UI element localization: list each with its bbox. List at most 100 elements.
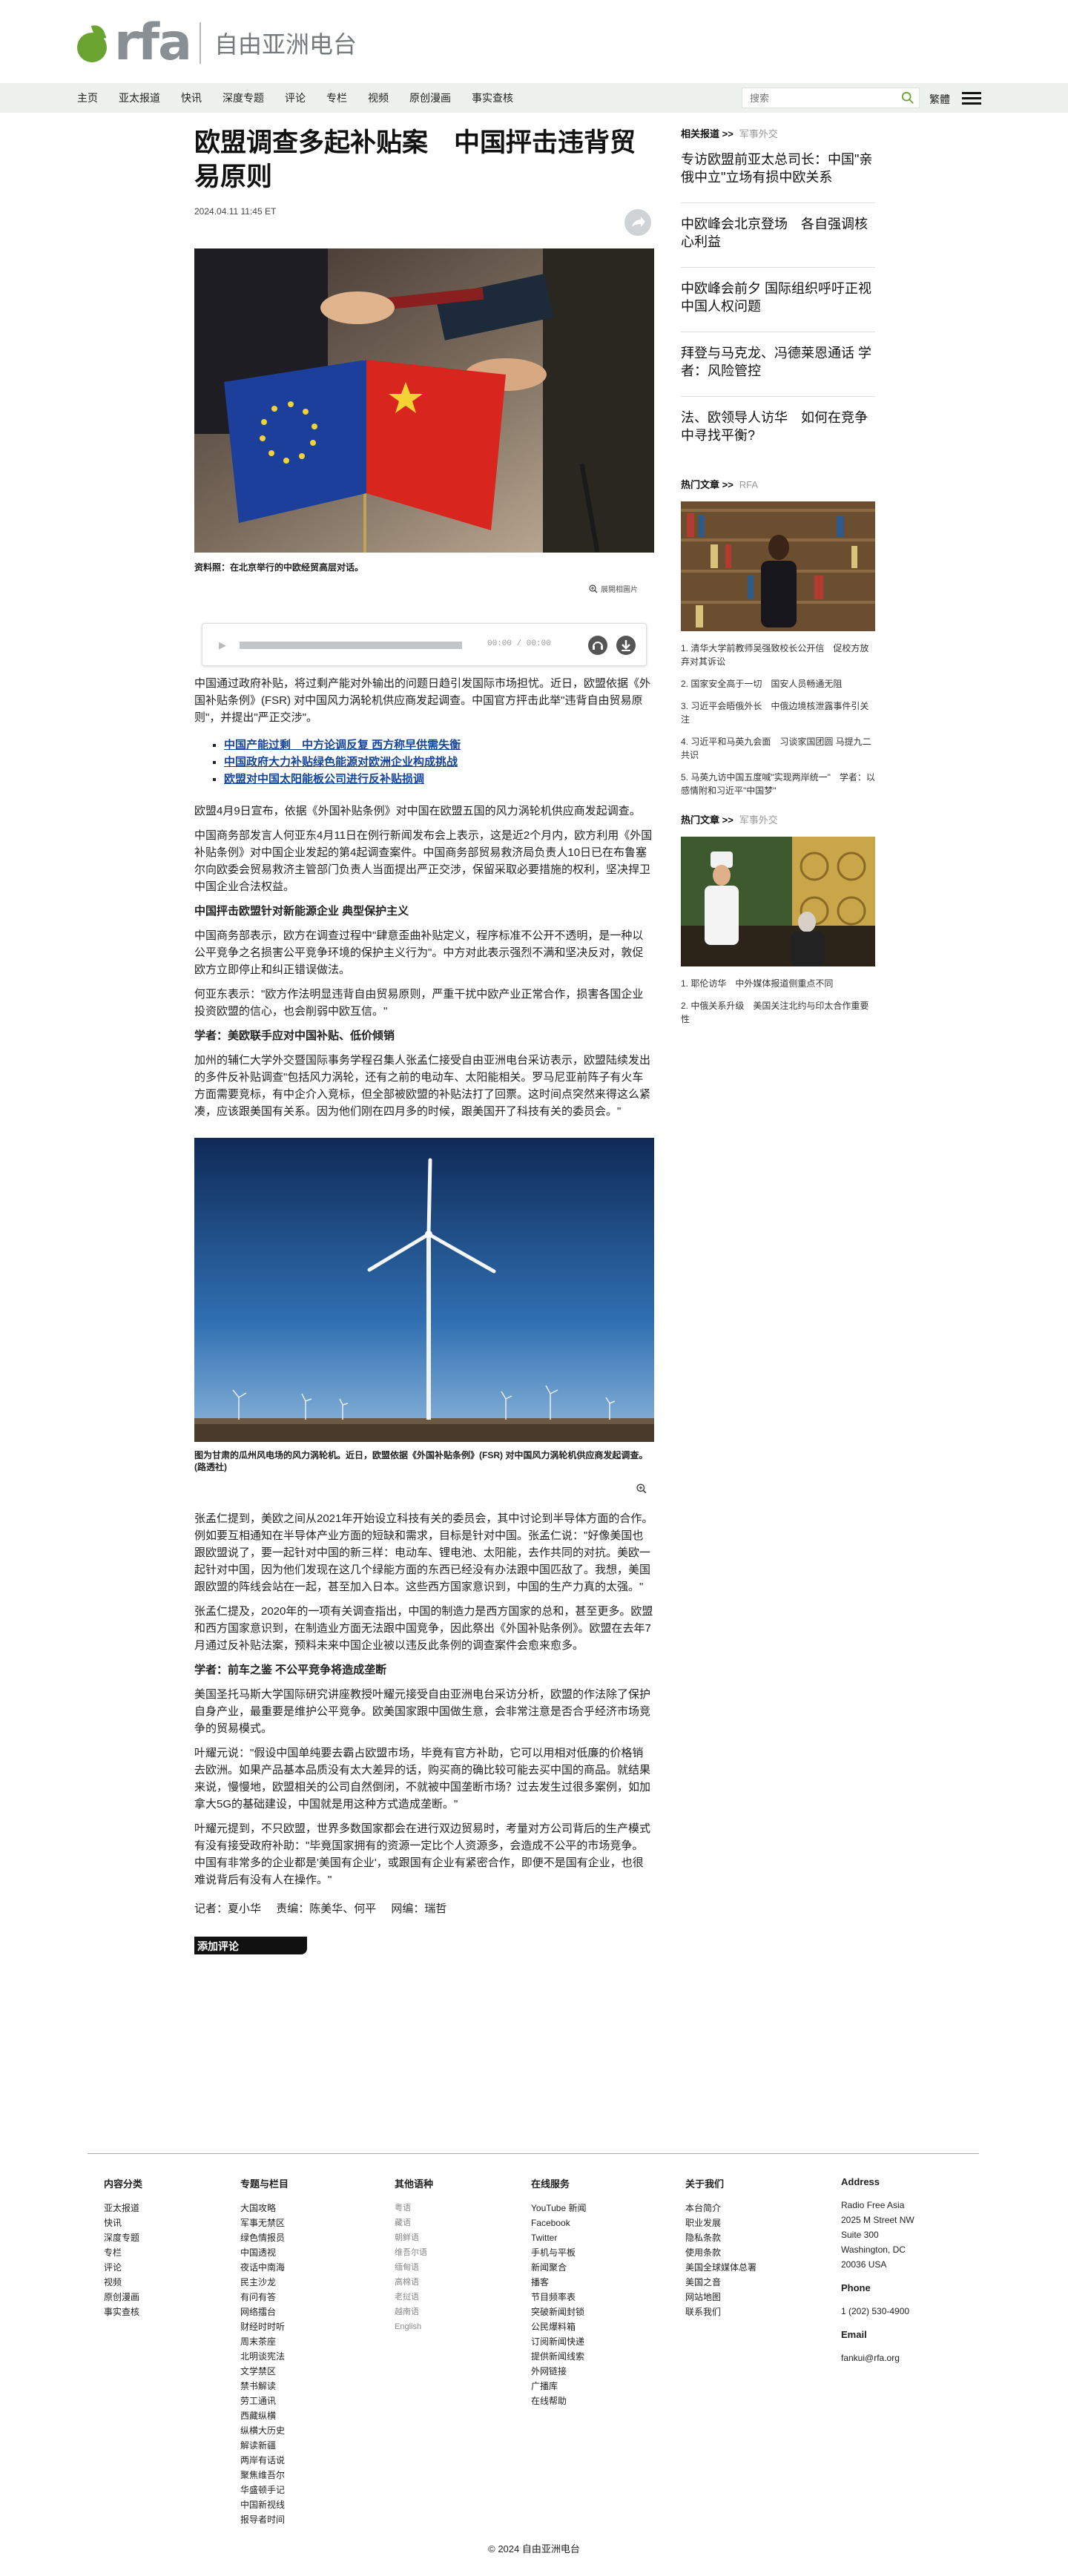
hot-item[interactable]: 2. 国家安全高于一切 国安人员畅通无阻: [681, 677, 875, 691]
related-link[interactable]: 中国政府大力补贴绿色能源对欧洲企业构成挑战: [224, 756, 458, 768]
footer-link[interactable]: 民主沙龙: [240, 2275, 289, 2290]
hot-item[interactable]: 5. 马英九访中国五度喊"实现两岸统一" 学者：以感情附和习近平"中国梦": [681, 771, 875, 797]
hot-item[interactable]: 4. 习近平和马英九会面 习谈家国团圆 马提九二共识: [681, 735, 875, 762]
footer-link[interactable]: 北明谈宪法: [240, 2349, 289, 2364]
footer-link[interactable]: 原创漫画: [104, 2290, 142, 2305]
footer-link[interactable]: 手机与平板: [531, 2245, 587, 2260]
nav-item[interactable]: 评论: [285, 90, 306, 105]
related-item[interactable]: 中欧峰会前夕 国际组织呼吁正视中国人权问题: [681, 268, 875, 332]
nav-item[interactable]: 专栏: [326, 90, 347, 105]
footer-link[interactable]: 中国新视线: [240, 2497, 289, 2512]
audio-progress-bar[interactable]: [240, 642, 462, 649]
audio-listen-icon[interactable]: [588, 636, 607, 655]
share-icon[interactable]: [624, 209, 651, 236]
footer-link[interactable]: 在线帮助: [531, 2394, 587, 2408]
footer-link[interactable]: Facebook: [531, 2216, 587, 2230]
footer-link[interactable]: 文学禁区: [240, 2364, 289, 2379]
hot-section-head[interactable]: 热门文章 >> RFA: [681, 477, 875, 491]
enlarge-image-button[interactable]: 展開相圖片: [589, 583, 638, 594]
rfa-logo[interactable]: rfa 自由亚洲电台: [77, 18, 357, 68]
hot-item[interactable]: 1. 清华大学前教师吴强致校长公开信 促校方放弃对其诉讼: [681, 642, 875, 668]
email-address[interactable]: fankui@rfa.org: [841, 2351, 914, 2365]
footer-link[interactable]: 缅甸语: [395, 2260, 433, 2275]
footer-link[interactable]: 中国透视: [240, 2245, 289, 2260]
footer-link[interactable]: 公民爆料箱: [531, 2319, 587, 2334]
footer-link[interactable]: 高棉语: [395, 2275, 433, 2290]
footer-link[interactable]: 本台简介: [685, 2201, 756, 2216]
footer-link[interactable]: 华盛顿手记: [240, 2483, 289, 2497]
footer-link[interactable]: 亚太报道: [104, 2201, 142, 2216]
add-comment-button[interactable]: 添加评论: [194, 1937, 307, 1954]
footer-link[interactable]: 隐私条款: [685, 2230, 756, 2245]
hot2-article-image[interactable]: [681, 837, 875, 966]
footer-link[interactable]: 纵横大历史: [240, 2423, 289, 2438]
nav-item[interactable]: 视频: [368, 90, 389, 105]
nav-item[interactable]: 深度专题: [222, 90, 264, 105]
related-link[interactable]: 欧盟对中国太阳能板公司进行反补贴损调: [224, 773, 424, 785]
footer-link[interactable]: 订阅新闻快递: [531, 2334, 587, 2349]
footer-link[interactable]: 朝鲜语: [395, 2230, 433, 2245]
enlarge-image-button-2[interactable]: [194, 1482, 647, 1494]
footer-link[interactable]: 报导者时间: [240, 2512, 289, 2527]
search-input[interactable]: [742, 88, 891, 108]
footer-link[interactable]: 深度专题: [104, 2230, 142, 2245]
footer-link[interactable]: 禁书解读: [240, 2379, 289, 2394]
footer-link[interactable]: YouTube 新闻: [531, 2201, 587, 2216]
footer-link[interactable]: 两岸有话说: [240, 2453, 289, 2468]
related-item[interactable]: 拜登与马克龙、冯德莱恩通话 学者：风险管控: [681, 332, 875, 397]
footer-link[interactable]: 视频: [104, 2275, 142, 2290]
footer-link[interactable]: 聚焦维吾尔: [240, 2468, 289, 2483]
hot2-item[interactable]: 1. 耶伦访华 中外媒体报道侧重点不同: [681, 977, 875, 990]
footer-link[interactable]: 劳工通讯: [240, 2394, 289, 2408]
language-toggle[interactable]: 繁體: [929, 92, 950, 107]
footer-link[interactable]: 网站地图: [685, 2290, 756, 2305]
nav-item[interactable]: 亚太报道: [119, 90, 160, 105]
nav-item[interactable]: 主页: [77, 90, 98, 105]
footer-link[interactable]: 联系我们: [685, 2305, 756, 2319]
nav-item[interactable]: 事实查核: [472, 90, 513, 105]
footer-link[interactable]: 军事无禁区: [240, 2216, 289, 2230]
footer-link[interactable]: 美国全球媒体总署: [685, 2260, 756, 2275]
nav-item[interactable]: 原创漫画: [409, 90, 451, 105]
related-item[interactable]: 中欧峰会北京登场 各自强调核心利益: [681, 203, 875, 268]
footer-link[interactable]: 夜话中南海: [240, 2260, 289, 2275]
footer-link[interactable]: 美国之音: [685, 2275, 756, 2290]
footer-link[interactable]: 使用条款: [685, 2245, 756, 2260]
footer-link[interactable]: 评论: [104, 2260, 142, 2275]
footer-link[interactable]: 快讯: [104, 2216, 142, 2230]
footer-link[interactable]: 新闻聚合: [531, 2260, 587, 2275]
audio-download-icon[interactable]: [616, 636, 636, 655]
hot2-item[interactable]: 2. 中俄关系升级 美国关注北约与印太合作重要性: [681, 999, 875, 1026]
related-item[interactable]: 法、欧领导人访华 如何在竞争中寻找平衡?: [681, 397, 875, 461]
footer-link[interactable]: 西藏纵横: [240, 2408, 289, 2423]
footer-link[interactable]: 维吾尔语: [395, 2245, 433, 2260]
footer-link[interactable]: 越南语: [395, 2305, 433, 2319]
hot-article-image[interactable]: [681, 501, 875, 631]
footer-link[interactable]: 专栏: [104, 2245, 142, 2260]
footer-link[interactable]: 提供新闻线索: [531, 2349, 587, 2364]
footer-link[interactable]: Twitter: [531, 2230, 587, 2245]
related-link[interactable]: 中国产能过剩 中方论调反复 西方称早供需失衡: [224, 739, 461, 751]
footer-link[interactable]: 有问有答: [240, 2290, 289, 2305]
footer-link[interactable]: 广播库: [531, 2379, 587, 2394]
related-item[interactable]: 专访欧盟前亚太总司长：中国"亲俄中立"立场有损中欧关系: [681, 140, 875, 203]
nav-item[interactable]: 快讯: [181, 90, 202, 105]
hot-item[interactable]: 3. 习近平会晤俄外长 中俄边境核泄露事件引关注: [681, 699, 875, 726]
footer-link[interactable]: 播客: [531, 2275, 587, 2290]
footer-link[interactable]: 老挝语: [395, 2290, 433, 2305]
footer-link[interactable]: 粤语: [395, 2201, 433, 2216]
footer-link[interactable]: 绿色情报员: [240, 2230, 289, 2245]
related-section-head[interactable]: 相关报道 >> 军事外交: [681, 126, 875, 140]
footer-link[interactable]: 解读新疆: [240, 2438, 289, 2453]
footer-link[interactable]: English: [395, 2319, 433, 2334]
footer-link[interactable]: 外网链接: [531, 2364, 587, 2379]
hot2-section-head[interactable]: 热门文章 >> 军事外交: [681, 812, 875, 826]
footer-link[interactable]: 大国攻略: [240, 2201, 289, 2216]
footer-link[interactable]: 藏语: [395, 2216, 433, 2230]
footer-link[interactable]: 网络擂台: [240, 2305, 289, 2319]
footer-link[interactable]: 财经时时听: [240, 2319, 289, 2334]
search-icon[interactable]: [901, 91, 914, 105]
play-icon[interactable]: ▶: [219, 639, 228, 650]
footer-link[interactable]: 节目频率表: [531, 2290, 587, 2305]
hamburger-menu-icon[interactable]: [962, 92, 981, 105]
